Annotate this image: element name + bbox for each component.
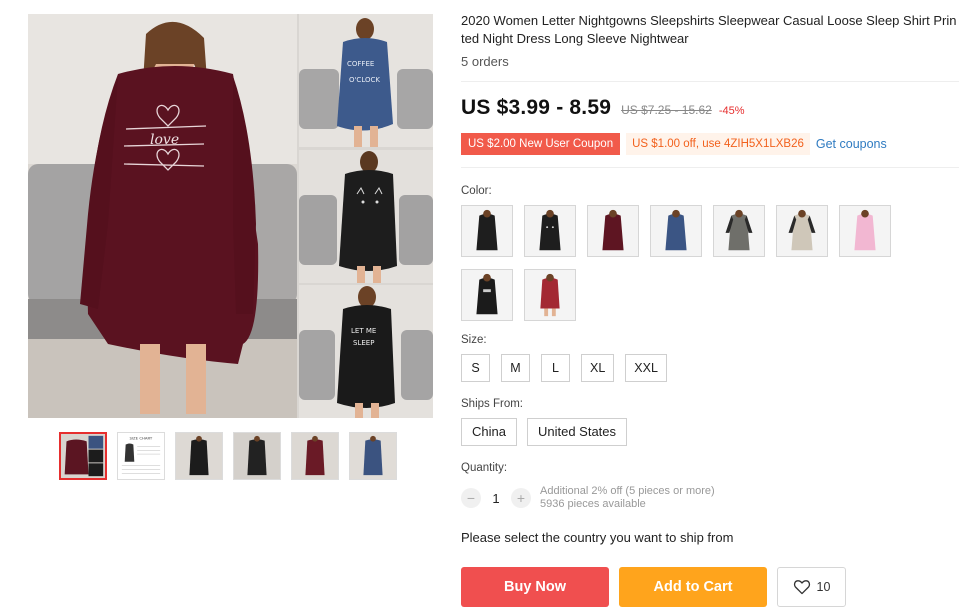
thumbnail-size-chart[interactable]: SIZE CHART — [117, 432, 165, 480]
svg-text:COFFEE: COFFEE — [347, 60, 374, 68]
thumbnail-strip: SIZE CHART — [59, 432, 397, 480]
original-price: US $7.25 - 15.62 — [621, 103, 712, 117]
price-row: US $3.99 - 8.59 US $7.25 - 15.62 -45% — [461, 96, 959, 120]
product-gallery: love COFFEE O'CLOCK LET ME SLEEP — [28, 14, 433, 418]
wishlist-count: 10 — [816, 580, 831, 594]
color-swatch-grey-raglan[interactable] — [713, 205, 765, 257]
ships-from-label: Ships From: — [461, 398, 523, 410]
size-option-m[interactable]: M — [501, 354, 530, 382]
buy-now-button[interactable]: Buy Now — [461, 567, 609, 607]
discount-badge: -45% — [718, 105, 745, 117]
add-to-cart-button[interactable]: Add to Cart — [619, 567, 767, 607]
side-image-blue-coffee[interactable]: COFFEE O'CLOCK — [299, 14, 433, 147]
thumbnail-4[interactable] — [233, 432, 281, 480]
wishlist-button[interactable]: 10 — [777, 567, 846, 607]
shipping-message: Please select the country you want to sh… — [461, 530, 734, 545]
size-option-xxl[interactable]: XXL — [625, 354, 667, 382]
color-swatch-beige-raglan[interactable] — [776, 205, 828, 257]
size-option-s[interactable]: S — [461, 354, 490, 382]
divider — [461, 167, 959, 168]
order-count: 5 orders — [461, 54, 509, 69]
coupon-code-offer[interactable]: US $1.00 off, use 4ZIH5X1LXB26 — [626, 133, 810, 155]
quantity-label: Quantity: — [461, 462, 508, 474]
side-image-black-sleep[interactable]: LET ME SLEEP — [299, 285, 433, 418]
svg-text:love: love — [150, 132, 179, 148]
size-option-xl[interactable]: XL — [581, 354, 615, 382]
size-options: S M L XL XXL — [461, 354, 667, 382]
product-title: 2020 Women Letter Nightgowns Sleepshirts… — [461, 13, 957, 46]
svg-text:O'CLOCK: O'CLOCK — [349, 76, 380, 84]
svg-text:LET ME: LET ME — [351, 327, 376, 335]
quantity-stepper: − 1 + Additional 2% off (5 pieces or mor… — [461, 485, 715, 511]
color-swatch-blue[interactable] — [650, 205, 702, 257]
svg-text:SLEEP: SLEEP — [353, 339, 374, 347]
size-label: Size: — [461, 334, 487, 346]
thumbnail-5[interactable] — [291, 432, 339, 480]
new-user-coupon[interactable]: US $2.00 New User Coupon — [461, 133, 621, 155]
quantity-note: Additional 2% off (5 pieces or more) 593… — [540, 485, 715, 511]
color-swatch-black-cat[interactable] — [524, 205, 576, 257]
main-product-image[interactable]: love — [28, 14, 297, 418]
svg-text:SIZE CHART: SIZE CHART — [130, 436, 153, 441]
current-price: US $3.99 - 8.59 — [461, 96, 612, 119]
thumbnail-1[interactable] — [59, 432, 107, 480]
action-buttons: Buy Now Add to Cart 10 — [461, 567, 846, 607]
color-swatch-black-print[interactable] — [461, 269, 513, 321]
ships-from-options: China United States — [461, 418, 628, 446]
product-info: 2020 Women Letter Nightgowns Sleepshirts… — [461, 12, 959, 607]
coupon-row: US $2.00 New User Coupon US $1.00 off, u… — [461, 133, 959, 155]
side-image-black-cat[interactable] — [299, 150, 433, 283]
quantity-increase-button[interactable]: + — [511, 488, 531, 508]
quantity-value[interactable]: 1 — [481, 491, 511, 506]
ships-from-united-states[interactable]: United States — [526, 418, 628, 446]
stock-available-note: 5936 pieces available — [540, 498, 646, 510]
size-option-l[interactable]: L — [541, 354, 570, 382]
quantity-decrease-button[interactable]: − — [461, 488, 481, 508]
color-swatch-red-short[interactable] — [524, 269, 576, 321]
thumbnail-3[interactable] — [175, 432, 223, 480]
color-swatch-black-plain[interactable] — [461, 205, 513, 257]
heart-icon — [793, 580, 810, 595]
thumbnail-6[interactable] — [349, 432, 397, 480]
color-swatches — [461, 205, 901, 321]
bulk-discount-note: Additional 2% off (5 pieces or more) — [540, 485, 715, 497]
divider — [461, 81, 959, 82]
color-swatch-burgundy[interactable] — [587, 205, 639, 257]
color-swatch-pink[interactable] — [839, 205, 891, 257]
color-label: Color: — [461, 185, 492, 197]
get-coupons-link[interactable]: Get coupons — [816, 137, 887, 151]
ships-from-china[interactable]: China — [461, 418, 517, 446]
